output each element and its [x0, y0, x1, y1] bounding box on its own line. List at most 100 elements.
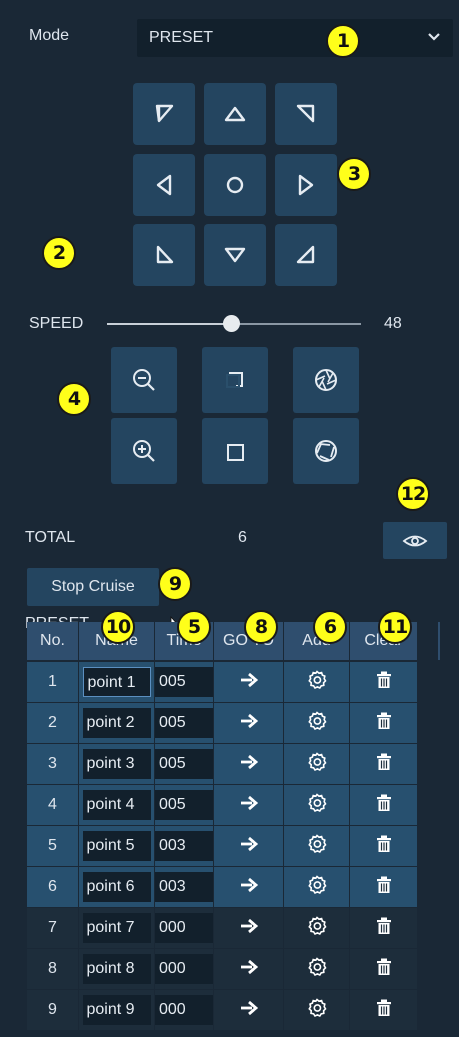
clear-preset-button[interactable] [349, 743, 418, 785]
callout-badge-6: 6 [313, 610, 347, 644]
goto-button[interactable] [213, 907, 284, 949]
table-row[interactable]: 4 point 4 005 [27, 784, 418, 826]
col-header-no[interactable]: No. [27, 622, 79, 662]
ptz-down-button[interactable] [204, 224, 266, 286]
name-cell: point 1 [78, 661, 155, 703]
zoom-out-button[interactable] [111, 347, 177, 413]
speed-slider-thumb[interactable] [223, 315, 241, 332]
table-row[interactable]: 9 point 9 000 [27, 989, 418, 1031]
preset-name-input[interactable]: point 4 [82, 790, 151, 820]
focus-far-button[interactable] [202, 418, 268, 484]
preset-time-input[interactable]: 003 [155, 831, 213, 861]
preset-time-input[interactable]: 003 [155, 872, 213, 902]
gear-icon [307, 997, 327, 1017]
preset-time-input[interactable]: 000 [155, 954, 213, 984]
clear-preset-button[interactable] [349, 948, 418, 990]
preset-name-input[interactable]: point 8 [82, 954, 151, 984]
add-preset-button[interactable] [283, 907, 350, 949]
clear-preset-button[interactable] [349, 866, 418, 908]
clear-preset-button[interactable] [349, 784, 418, 826]
trash-icon [376, 917, 391, 934]
gear-icon [307, 710, 327, 730]
down-arrow-icon [224, 247, 246, 263]
table-row[interactable]: 5 point 5 003 [27, 825, 418, 867]
preset-time-input[interactable]: 005 [155, 708, 213, 738]
add-preset-button[interactable] [283, 702, 350, 744]
table-row[interactable]: 3 point 3 005 [27, 743, 418, 785]
add-preset-button[interactable] [283, 948, 350, 990]
ptz-left-button[interactable] [133, 154, 195, 216]
preset-name-input[interactable]: point 7 [82, 913, 151, 943]
goto-arrow-icon [240, 672, 258, 687]
clear-preset-button[interactable] [349, 907, 418, 949]
add-preset-button[interactable] [283, 661, 350, 703]
goto-button[interactable] [213, 743, 284, 785]
add-preset-button[interactable] [283, 866, 350, 908]
goto-arrow-icon [240, 918, 258, 933]
goto-button[interactable] [213, 784, 284, 826]
add-preset-button[interactable] [283, 743, 350, 785]
ptz-up-right-button[interactable] [275, 83, 337, 145]
ptz-right-button[interactable] [275, 154, 337, 216]
table-row[interactable]: 6 point 6 003 [27, 866, 418, 908]
preset-name-input[interactable]: point 3 [82, 749, 151, 779]
preset-name-input[interactable]: point 1 [82, 667, 151, 697]
trash-icon [376, 835, 391, 852]
preset-name-input[interactable]: point 9 [82, 995, 151, 1025]
ptz-down-left-button[interactable] [133, 224, 195, 286]
preset-time-input[interactable]: 000 [155, 995, 213, 1025]
goto-button[interactable] [213, 825, 284, 867]
preset-time-input[interactable]: 005 [155, 667, 213, 697]
iris-open-button[interactable] [293, 418, 359, 484]
time-cell: 000 [154, 907, 214, 949]
clear-preset-button[interactable] [349, 702, 418, 744]
table-row[interactable]: 2 point 2 005 [27, 702, 418, 744]
iris-close-button[interactable] [293, 347, 359, 413]
ptz-up-button[interactable] [204, 83, 266, 145]
table-row[interactable]: 1 point 1 005 [27, 661, 418, 703]
goto-button[interactable] [213, 702, 284, 744]
clear-preset-button[interactable] [349, 989, 418, 1031]
add-preset-button[interactable] [283, 784, 350, 826]
gear-icon [307, 792, 327, 812]
table-row[interactable]: 7 point 7 000 [27, 907, 418, 949]
speed-label: SPEED [29, 315, 84, 332]
mode-select[interactable]: PRESET [137, 19, 453, 57]
preset-time-input[interactable]: 000 [155, 913, 213, 943]
time-cell: 000 [154, 948, 214, 990]
clear-preset-button[interactable] [349, 661, 418, 703]
preset-time-input[interactable]: 005 [155, 749, 213, 779]
down-left-arrow-icon [156, 245, 174, 264]
stop-cruise-button[interactable]: Stop Cruise [27, 568, 159, 606]
time-cell: 005 [154, 743, 214, 785]
iris-open-icon [315, 440, 337, 462]
preset-time-input[interactable]: 005 [155, 790, 213, 820]
goto-button[interactable] [213, 866, 284, 908]
table-scrollbar[interactable] [438, 622, 440, 660]
name-cell: point 4 [78, 784, 155, 826]
ptz-center-button[interactable] [204, 154, 266, 216]
ptz-up-left-button[interactable] [133, 83, 195, 145]
preset-name-input[interactable]: point 2 [82, 708, 151, 738]
zoom-out-icon [133, 369, 155, 391]
callout-badge-12: 12 [396, 477, 430, 511]
gear-icon [307, 874, 327, 894]
add-preset-button[interactable] [283, 825, 350, 867]
preset-name-input[interactable]: point 6 [82, 872, 151, 902]
view-button[interactable] [383, 522, 447, 559]
clear-preset-button[interactable] [349, 825, 418, 867]
zoom-in-button[interactable] [111, 418, 177, 484]
add-preset-button[interactable] [283, 989, 350, 1031]
row-number: 6 [27, 866, 79, 908]
goto-button[interactable] [213, 989, 284, 1031]
table-row[interactable]: 8 point 8 000 [27, 948, 418, 990]
ptz-down-right-button[interactable] [275, 224, 337, 286]
goto-button[interactable] [213, 948, 284, 990]
trash-icon [376, 958, 391, 975]
time-cell: 005 [154, 702, 214, 744]
right-arrow-icon [298, 174, 314, 196]
preset-name-input[interactable]: point 5 [82, 831, 151, 861]
focus-near-button[interactable] [202, 347, 268, 413]
goto-arrow-icon [240, 795, 258, 810]
goto-button[interactable] [213, 661, 284, 703]
